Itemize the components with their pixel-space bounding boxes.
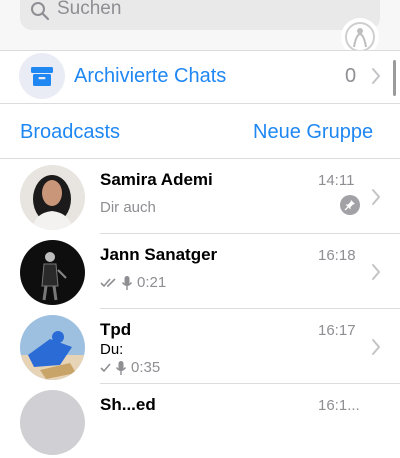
- chat-sender: Du:: [100, 341, 124, 358]
- archived-chats-row[interactable]: Archivierte Chats 0: [0, 51, 400, 103]
- avatar: [20, 240, 85, 305]
- voice-duration: 0:21: [137, 274, 167, 291]
- chat-row[interactable]: Tpd 16:17 Du: 0:35: [0, 309, 400, 383]
- scrollbar[interactable]: [393, 60, 396, 96]
- chat-preview-row: 0:21: [100, 274, 166, 291]
- chevron-right-icon: [372, 68, 380, 84]
- archived-chats-label: Archivierte Chats: [74, 65, 227, 87]
- chat-name: Jann Sanatger: [100, 245, 218, 264]
- chat-preview-row: 0:35: [100, 359, 160, 376]
- search-icon: [31, 2, 50, 21]
- chat-name: Samira Ademi: [100, 170, 213, 189]
- chat-time: 16:17: [318, 322, 356, 339]
- search-placeholder: Suchen: [57, 0, 122, 19]
- chat-preview: Dir auch: [100, 199, 156, 216]
- list-actions-bar: Broadcasts Neue Gruppe: [0, 104, 400, 158]
- archive-icon: [19, 53, 65, 99]
- double-check-icon: [100, 278, 116, 288]
- avatar: [20, 315, 85, 380]
- chat-row[interactable]: Samira Ademi 14:11 Dir auch: [0, 159, 400, 233]
- new-group-link[interactable]: Neue Gruppe: [253, 121, 373, 144]
- search-input[interactable]: Suchen: [20, 0, 380, 30]
- avatar: [20, 165, 85, 230]
- microphone-icon: [115, 360, 127, 375]
- chat-row[interactable]: Sh...ed 16:1...: [0, 384, 400, 458]
- pin-icon: [340, 195, 360, 215]
- voice-duration: 0:35: [131, 359, 161, 376]
- chat-name: Tpd: [100, 320, 132, 339]
- broadcasts-link[interactable]: Broadcasts: [20, 121, 120, 144]
- chat-time: 14:11: [318, 172, 355, 189]
- chat-name: Sh...ed: [100, 395, 156, 414]
- search-area: Suchen: [0, 0, 400, 56]
- single-check-icon: [100, 363, 111, 373]
- chat-time: 16:18: [318, 247, 356, 264]
- chevron-right-icon: [372, 189, 380, 205]
- chevron-right-icon: [372, 339, 380, 355]
- chevron-right-icon: [372, 264, 380, 280]
- chat-row[interactable]: Jann Sanatger 16:18 0:21: [0, 234, 400, 308]
- archived-chats-count: 0: [345, 65, 357, 87]
- microphone-icon: [121, 275, 133, 290]
